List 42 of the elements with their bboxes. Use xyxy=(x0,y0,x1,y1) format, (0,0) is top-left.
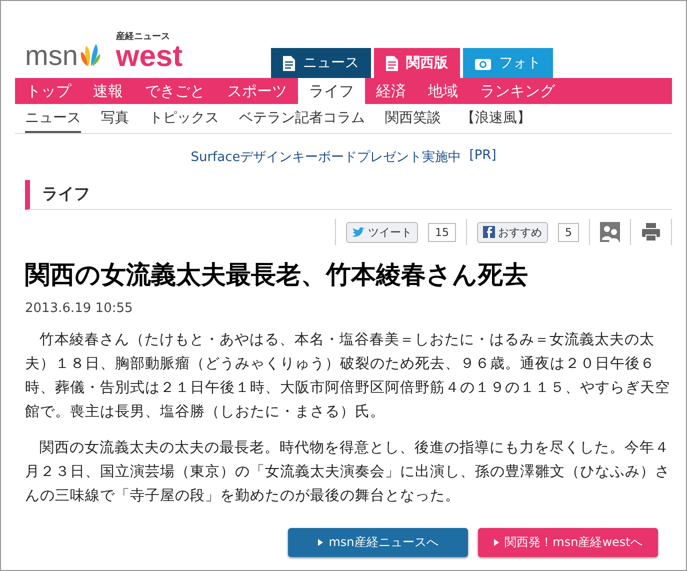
pr-link[interactable]: Surfaceデザインキーボードプレゼント実施中 xyxy=(190,148,462,166)
people-icon[interactable] xyxy=(600,222,620,242)
nav-tab[interactable]: 経済 xyxy=(365,78,417,104)
subnav-tab[interactable]: 関西笑談 xyxy=(385,104,441,132)
triangle-icon xyxy=(318,539,323,546)
site-link-button[interactable]: 関西発！msn産経westへ xyxy=(478,528,658,557)
subnav-tab[interactable]: トピックス xyxy=(149,104,219,132)
print-icon[interactable] xyxy=(641,222,661,242)
section-heading: ライフ xyxy=(25,180,672,210)
site-tab[interactable]: ニュース xyxy=(271,48,371,78)
tweet-count: 15 xyxy=(428,222,456,242)
nav-tab[interactable]: ランキング xyxy=(469,78,566,104)
nav-tab[interactable]: 速報 xyxy=(82,78,134,104)
article-paragraph: 竹本綾春さん（たけもと・あやはる、本名・塩谷春美＝しおたに・はるみ＝女流義太夫の太夫）１８日、胸部動脈瘤（どうみゃくりゅう）破裂のため死去、９６歳。通夜は２０日午後６時、葬儀・告別式は２１日午後１時、大阪市阿倍野区阿倍野筋４の１９の１１５、やすらぎ天空館で。喪主は長男、塩谷勝（しおたに・まさる）氏。 xyxy=(25,330,671,422)
document-icon xyxy=(386,56,398,70)
camera-icon xyxy=(475,56,491,70)
bird-icon xyxy=(352,226,365,238)
nav-tab[interactable]: ライフ xyxy=(298,78,365,104)
document-icon xyxy=(283,56,295,70)
nav-tab[interactable]: できごと xyxy=(134,78,216,104)
article-date: 2013.6.19 10:55 xyxy=(25,301,134,316)
triangle-icon xyxy=(494,539,499,546)
sankei-news-logo-text: 産経ニュース xyxy=(116,30,170,43)
nav-tab[interactable]: トップ xyxy=(15,78,82,104)
msn-logo[interactable]: msn xyxy=(25,42,78,70)
subnav-tab[interactable]: ニュース xyxy=(25,104,81,132)
site-link-button[interactable]: msn産経ニュースへ xyxy=(288,528,468,557)
subnav-tab[interactable]: 写真 xyxy=(101,104,129,132)
recommend-button[interactable]: おすすめ xyxy=(477,222,548,242)
site-tab[interactable]: フォト xyxy=(463,48,553,78)
nav-tab[interactable]: 地域 xyxy=(417,78,469,104)
article-title: 関西の女流義太夫最長老、竹本綾春さん死去 xyxy=(25,259,529,291)
subnav-tab[interactable]: 【浪速風】 xyxy=(461,104,531,132)
recommend-count: 5 xyxy=(558,222,579,242)
subnav-tab[interactable]: ベテラン記者コラム xyxy=(239,104,365,132)
site-tab[interactable]: 関西版 xyxy=(374,48,460,78)
pr-tag: [PR] xyxy=(469,148,496,166)
tweet-button[interactable]: ツイート xyxy=(346,222,418,242)
f-icon xyxy=(483,226,495,238)
nav-tab[interactable]: スポーツ xyxy=(216,78,298,104)
west-logo[interactable]: west xyxy=(116,43,183,70)
article-paragraph: 関西の女流義太夫の太夫の最長老。時代物を得意とし、後進の指導にも力を尽くした。今年４月２３日、国立演芸場（東京）の「女流義太夫演奏会」に出演し、孫の豊澤雛文（ひなふみ）さんの三味線で「寺子屋の段」を勤めたのが最後の舞台となった。 xyxy=(25,438,671,506)
